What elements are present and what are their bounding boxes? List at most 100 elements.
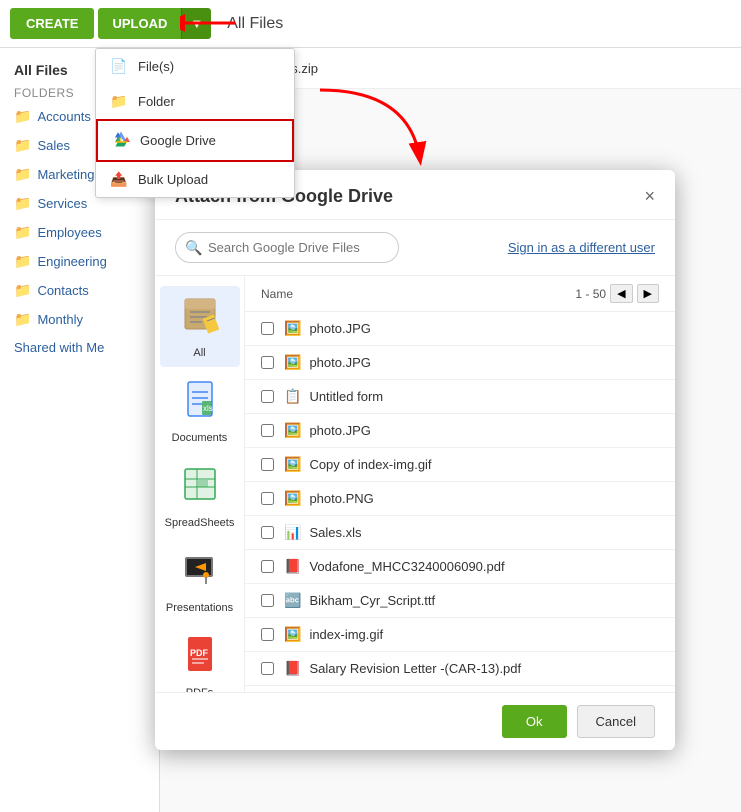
- list-item[interactable]: 🖼️ photo.JPG: [245, 346, 675, 380]
- list-item[interactable]: 🖼️ index-img.gif: [245, 618, 675, 652]
- category-spreadsheets[interactable]: SpreadSheets: [160, 456, 240, 537]
- dropdown-files-label: File(s): [138, 59, 174, 74]
- upload-button[interactable]: UPLOAD: [98, 8, 181, 39]
- ok-button[interactable]: Ok: [502, 705, 567, 738]
- category-documents[interactable]: xls Documents: [160, 371, 240, 452]
- all-category-icon: [180, 294, 220, 343]
- google-drive-modal: Attach from Google Drive × 🔍 Sign in as …: [155, 170, 675, 750]
- upload-dropdown-button[interactable]: ▼: [181, 8, 211, 39]
- sidebar-employees-label: Employees: [37, 225, 101, 240]
- file-select-checkbox[interactable]: [261, 458, 274, 471]
- dropdown-bulk-label: Bulk Upload: [138, 172, 208, 187]
- sidebar-item-employees[interactable]: 📁 Employees: [0, 218, 159, 247]
- pagination-info: 1 - 50: [575, 287, 606, 301]
- sidebar-accounts-label: Accounts: [37, 109, 90, 124]
- list-item[interactable]: 📊 Sales.xls: [245, 516, 675, 550]
- modal-search-row: 🔍 Sign in as a different user: [155, 220, 675, 276]
- file-name: index-img.gif: [309, 627, 383, 642]
- spreadsheet-file-icon: 📊: [284, 524, 301, 541]
- file-select-checkbox[interactable]: [261, 594, 274, 607]
- modal-body: All xls Documents: [155, 276, 675, 692]
- list-item[interactable]: 🖼️ photo.JPG: [245, 414, 675, 448]
- page-title: All Files: [227, 15, 283, 33]
- sign-in-link[interactable]: Sign in as a different user: [508, 240, 655, 255]
- gif-file-icon-2: 🖼️: [284, 626, 301, 643]
- sidebar-monthly-label: Monthly: [37, 312, 83, 327]
- file-select-checkbox[interactable]: [261, 560, 274, 573]
- list-item[interactable]: 🖼️ Copy of index-img.gif: [245, 448, 675, 482]
- sidebar-marketing-label: Marketing: [37, 167, 94, 182]
- search-input[interactable]: [175, 232, 399, 263]
- category-presentations[interactable]: Presentations: [160, 541, 240, 622]
- cancel-button[interactable]: Cancel: [577, 705, 655, 738]
- toolbar: CREATE UPLOAD ▼ All Files: [0, 0, 741, 48]
- list-item[interactable]: 📋 Untitled form: [245, 380, 675, 414]
- category-spreadsheets-label: SpreadSheets: [165, 517, 235, 529]
- list-item[interactable]: 📕 Vodafone_MHCC3240006090.pdf: [245, 550, 675, 584]
- list-item[interactable]: 🖼️ photo.PNG: [245, 482, 675, 516]
- folder-icon: 📁: [14, 108, 31, 125]
- folder-icon: 📁: [14, 166, 31, 183]
- list-item[interactable]: 📕 Salary Revision Letter -(CAR-13).pdf: [245, 652, 675, 686]
- list-item[interactable]: 🖼️ photo.JPG: [245, 312, 675, 346]
- modal-footer: Ok Cancel: [155, 692, 675, 750]
- dropdown-item-google-drive[interactable]: Google Drive: [96, 119, 294, 162]
- dropdown-folder-label: Folder: [138, 94, 175, 109]
- sidebar-item-engineering[interactable]: 📁 Engineering: [0, 247, 159, 276]
- file-name: Untitled form: [309, 389, 383, 404]
- png-file-icon: 🖼️: [284, 490, 301, 507]
- sidebar-services-label: Services: [37, 196, 87, 211]
- file-select-checkbox[interactable]: [261, 628, 274, 641]
- sidebar-item-contacts[interactable]: 📁 Contacts: [0, 276, 159, 305]
- prev-page-button[interactable]: ◀: [610, 284, 632, 303]
- sidebar-contacts-label: Contacts: [37, 283, 88, 298]
- app-container: CREATE UPLOAD ▼ All Files 📄 File(s) 📁 Fo…: [0, 0, 741, 812]
- dropdown-item-files[interactable]: 📄 File(s): [96, 49, 294, 84]
- category-pdfs[interactable]: PDF PDFs: [160, 626, 240, 692]
- folder-icon: 📁: [14, 253, 31, 270]
- search-wrapper: 🔍: [175, 232, 496, 263]
- file-select-checkbox[interactable]: [261, 424, 274, 437]
- upload-dropdown-menu: 📄 File(s) 📁 Folder Goog: [95, 48, 295, 198]
- folder-icon: 📁: [14, 311, 31, 328]
- folder-icon: 📁: [14, 282, 31, 299]
- file-name: Bikham_Cyr_Script.ttf: [309, 593, 435, 608]
- name-column-header: Name: [261, 287, 293, 301]
- gif-file-icon: 🖼️: [284, 456, 301, 473]
- svg-text:PDF: PDF: [190, 648, 209, 658]
- google-drive-icon: [112, 130, 130, 151]
- font-file-icon: 🔤: [284, 592, 301, 609]
- form-file-icon: 📋: [284, 388, 301, 405]
- folder-icon: 📁: [110, 93, 128, 110]
- file-name: Vodafone_MHCC3240006090.pdf: [309, 559, 504, 574]
- sidebar-engineering-label: Engineering: [37, 254, 106, 269]
- dropdown-item-bulk-upload[interactable]: 📤 Bulk Upload: [96, 162, 294, 197]
- folder-icon: 📁: [14, 195, 31, 212]
- file-name: Salary Revision Letter -(CAR-13).pdf: [309, 661, 521, 676]
- spreadsheets-icon: [180, 464, 220, 513]
- presentations-icon: [180, 549, 220, 598]
- file-select-checkbox[interactable]: [261, 322, 274, 335]
- svg-text:xls: xls: [203, 404, 213, 413]
- next-page-button[interactable]: ▶: [637, 284, 659, 303]
- list-item[interactable]: 🔤 Bikham_Cyr_Script.ttf: [245, 584, 675, 618]
- sidebar-item-monthly[interactable]: 📁 Monthly: [0, 305, 159, 334]
- dropdown-item-folder[interactable]: 📁 Folder: [96, 84, 294, 119]
- image-file-icon: 🖼️: [284, 422, 301, 439]
- search-icon: 🔍: [185, 239, 202, 256]
- sidebar-shared-with-me[interactable]: Shared with Me: [0, 334, 159, 361]
- category-all[interactable]: All: [160, 286, 240, 367]
- create-button[interactable]: CREATE: [10, 8, 94, 39]
- pdf-file-icon: 📕: [284, 558, 301, 575]
- pdf-file-icon-2: 📕: [284, 660, 301, 677]
- category-all-label: All: [193, 347, 205, 359]
- modal-categories-panel: All xls Documents: [155, 276, 245, 692]
- file-select-checkbox[interactable]: [261, 492, 274, 505]
- file-select-checkbox[interactable]: [261, 662, 274, 675]
- sidebar-sales-label: Sales: [37, 138, 70, 153]
- file-select-checkbox[interactable]: [261, 526, 274, 539]
- modal-close-button[interactable]: ×: [644, 186, 655, 207]
- file-select-checkbox[interactable]: [261, 390, 274, 403]
- bulk-upload-icon: 📤: [110, 171, 128, 188]
- file-select-checkbox[interactable]: [261, 356, 274, 369]
